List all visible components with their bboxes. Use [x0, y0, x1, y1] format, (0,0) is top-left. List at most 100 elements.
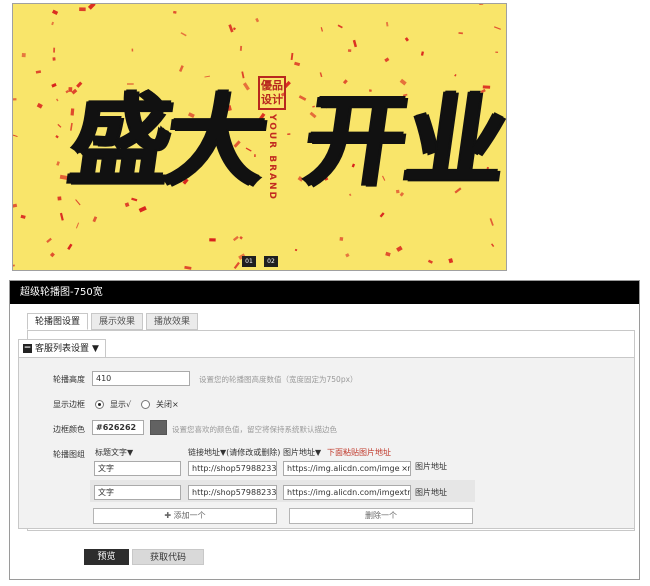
- paper-fleck: [420, 51, 424, 56]
- paper-fleck: [51, 83, 57, 88]
- paper-fleck: [173, 10, 177, 14]
- paper-fleck: [239, 235, 243, 240]
- row-1-image-input[interactable]: https://img.alicdn.com/imgextra/ ×: [283, 461, 411, 476]
- paper-fleck: [337, 24, 343, 29]
- paper-fleck: [51, 9, 59, 16]
- paper-fleck: [495, 51, 499, 53]
- section-title-text: 客服列表设置: [35, 343, 90, 354]
- paper-fleck: [184, 265, 192, 270]
- col-image-header[interactable]: 图片地址▼: [283, 447, 321, 458]
- calligraphy-char-4: 业: [397, 81, 507, 199]
- paper-fleck: [57, 196, 62, 201]
- border-hide-radio[interactable]: [141, 400, 150, 409]
- slide-indicator-2[interactable]: 02: [264, 256, 278, 267]
- paper-fleck: [404, 37, 409, 42]
- paper-fleck: [458, 32, 463, 35]
- paper-fleck: [396, 245, 403, 252]
- section-body: 轮播高度 410 设置您的轮播图高度数值（宽度固定为750px） 显示边框 显示…: [18, 357, 635, 529]
- slide-indicator-1[interactable]: 01: [242, 256, 256, 267]
- row-1-title-input[interactable]: 文字: [94, 461, 181, 476]
- paper-fleck: [255, 17, 260, 23]
- height-hint: 设置您的轮播图高度数值（宽度固定为750px）: [199, 375, 358, 384]
- section-title-customer-list[interactable]: − 客服列表设置 ▼: [18, 339, 106, 357]
- row-1-image-url: https://img.alicdn.com/imgextra/: [287, 464, 411, 473]
- paper-fleck: [79, 7, 86, 12]
- tab-carousel-settings[interactable]: 轮播图设置: [27, 313, 89, 330]
- seal-char: 计: [272, 93, 283, 106]
- paper-fleck: [294, 61, 301, 67]
- paper-fleck: [46, 237, 52, 243]
- carousel-group-label: 轮播图组: [53, 450, 85, 459]
- col-link-header[interactable]: 链接地址▼(请修改或删除): [188, 447, 280, 458]
- paper-fleck: [320, 27, 324, 32]
- paper-fleck: [228, 24, 234, 33]
- paper-fleck: [56, 161, 60, 166]
- paper-fleck: [49, 252, 55, 258]
- col-title-header[interactable]: 标题文字▼: [95, 447, 133, 458]
- paper-fleck: [233, 261, 240, 270]
- seal-char: 设: [261, 93, 272, 106]
- paper-fleck: [35, 70, 42, 74]
- add-item-button[interactable]: ✚ 添加一个: [93, 508, 277, 524]
- seal-char: 優: [261, 79, 272, 92]
- paper-fleck: [479, 4, 484, 5]
- paper-fleck: [51, 21, 55, 26]
- paper-fleck: [87, 4, 96, 10]
- paper-fleck: [385, 21, 389, 27]
- banner-preview: 盛 大 开 业 優 品 设 计 YOUR BRAND 01 02: [12, 3, 507, 271]
- row-2-image-input[interactable]: https://img.alicdn.com/imgextra/i1: [283, 485, 411, 500]
- paper-fleck: [290, 52, 294, 61]
- row-2-title-input[interactable]: 文字: [94, 485, 181, 500]
- tab-play-effect[interactable]: 播放效果: [146, 313, 199, 330]
- paper-fleck: [345, 253, 350, 258]
- delete-item-button[interactable]: 删除一个: [289, 508, 473, 524]
- paper-fleck: [20, 214, 26, 219]
- collapse-minus-icon[interactable]: −: [23, 344, 32, 353]
- paper-fleck: [180, 32, 187, 37]
- border-label: 显示边框: [53, 400, 85, 409]
- border-color-input[interactable]: #626262: [92, 420, 144, 435]
- paper-fleck: [339, 237, 344, 241]
- paper-fleck: [53, 47, 56, 53]
- settings-tabs: 轮播图设置 展示效果 播放效果: [27, 313, 201, 330]
- panel-title: 超级轮播图-750宽: [10, 281, 639, 304]
- paper-fleck: [352, 39, 358, 48]
- paper-fleck: [13, 264, 15, 268]
- color-swatch[interactable]: [150, 420, 167, 435]
- paper-fleck: [319, 72, 323, 78]
- height-input[interactable]: 410: [92, 371, 190, 386]
- paper-fleck: [57, 123, 62, 128]
- row-1-link-input[interactable]: http://shop57988233.: [188, 461, 277, 476]
- paper-fleck: [13, 134, 18, 138]
- paper-fleck: [59, 212, 64, 221]
- get-code-button[interactable]: 获取代码: [132, 549, 204, 565]
- row-1-image-label: 图片地址: [415, 462, 447, 471]
- plus-icon: ✚: [164, 511, 172, 520]
- paper-fleck: [241, 71, 245, 79]
- calligraphy-title: 盛 大 开 业: [63, 80, 506, 220]
- row-2-link-input[interactable]: http://shop57988233.: [188, 485, 277, 500]
- chevron-down-icon: ▼: [92, 343, 99, 354]
- seal-char: 品: [272, 79, 283, 92]
- red-seal-stamp: 優 品 设 计: [258, 76, 286, 110]
- paper-fleck: [21, 53, 26, 58]
- paper-fleck: [491, 243, 495, 248]
- border-show-radio[interactable]: [95, 400, 104, 409]
- paper-fleck: [13, 203, 18, 208]
- paper-fleck: [427, 259, 433, 264]
- border-color-label: 边框颜色: [53, 425, 85, 434]
- paper-fleck: [55, 135, 59, 139]
- paper-fleck: [385, 251, 391, 257]
- brand-vertical-text: YOUR BRAND: [267, 114, 277, 201]
- paper-fleck: [75, 222, 80, 229]
- border-show-label: 显示√: [110, 400, 132, 409]
- preview-button[interactable]: 预览: [84, 549, 129, 565]
- tab-display-effect[interactable]: 展示效果: [91, 313, 144, 330]
- row-2-image-label: 图片地址: [415, 488, 447, 497]
- calligraphy-char-2: 大: [157, 81, 275, 199]
- paste-image-hint: 下面粘贴图片地址: [327, 448, 391, 457]
- border-color-hint: 设置您喜欢的颜色值，留空将保持系统默认描边色: [172, 425, 337, 434]
- clear-icon[interactable]: ×: [400, 462, 408, 475]
- slide-indicators: 01 02: [242, 256, 278, 267]
- calligraphy-char-3: 开: [297, 81, 415, 199]
